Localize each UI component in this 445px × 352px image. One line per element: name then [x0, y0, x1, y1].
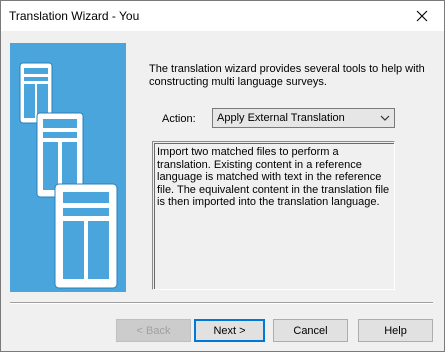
- description-box: Import two matched files to perform a tr…: [152, 141, 395, 290]
- title-bar: Translation Wizard - You: [1, 1, 444, 31]
- next-button[interactable]: Next >: [194, 319, 265, 342]
- intro-text: The translation wizard provides several …: [149, 63, 425, 88]
- chevron-down-icon: [380, 115, 390, 121]
- separator: [10, 302, 433, 304]
- action-select[interactable]: Apply External Translation: [212, 108, 395, 128]
- close-button[interactable]: [400, 1, 444, 31]
- action-select-value: Apply External Translation: [217, 112, 345, 124]
- wizard-illustration: [10, 43, 126, 292]
- description-text: Import two matched files to perform a tr…: [154, 143, 394, 289]
- help-button[interactable]: Help: [358, 319, 433, 342]
- cancel-button[interactable]: Cancel: [273, 319, 348, 342]
- document-pages-icon: [19, 62, 118, 289]
- window-title: Translation Wizard - You: [9, 9, 140, 23]
- dialog-body: The translation wizard provides several …: [1, 31, 444, 351]
- back-button[interactable]: < Back: [116, 319, 191, 342]
- translation-wizard-window: Translation Wizard - You The translation…: [0, 0, 445, 352]
- action-label: Action:: [162, 113, 196, 125]
- close-icon: [416, 10, 428, 22]
